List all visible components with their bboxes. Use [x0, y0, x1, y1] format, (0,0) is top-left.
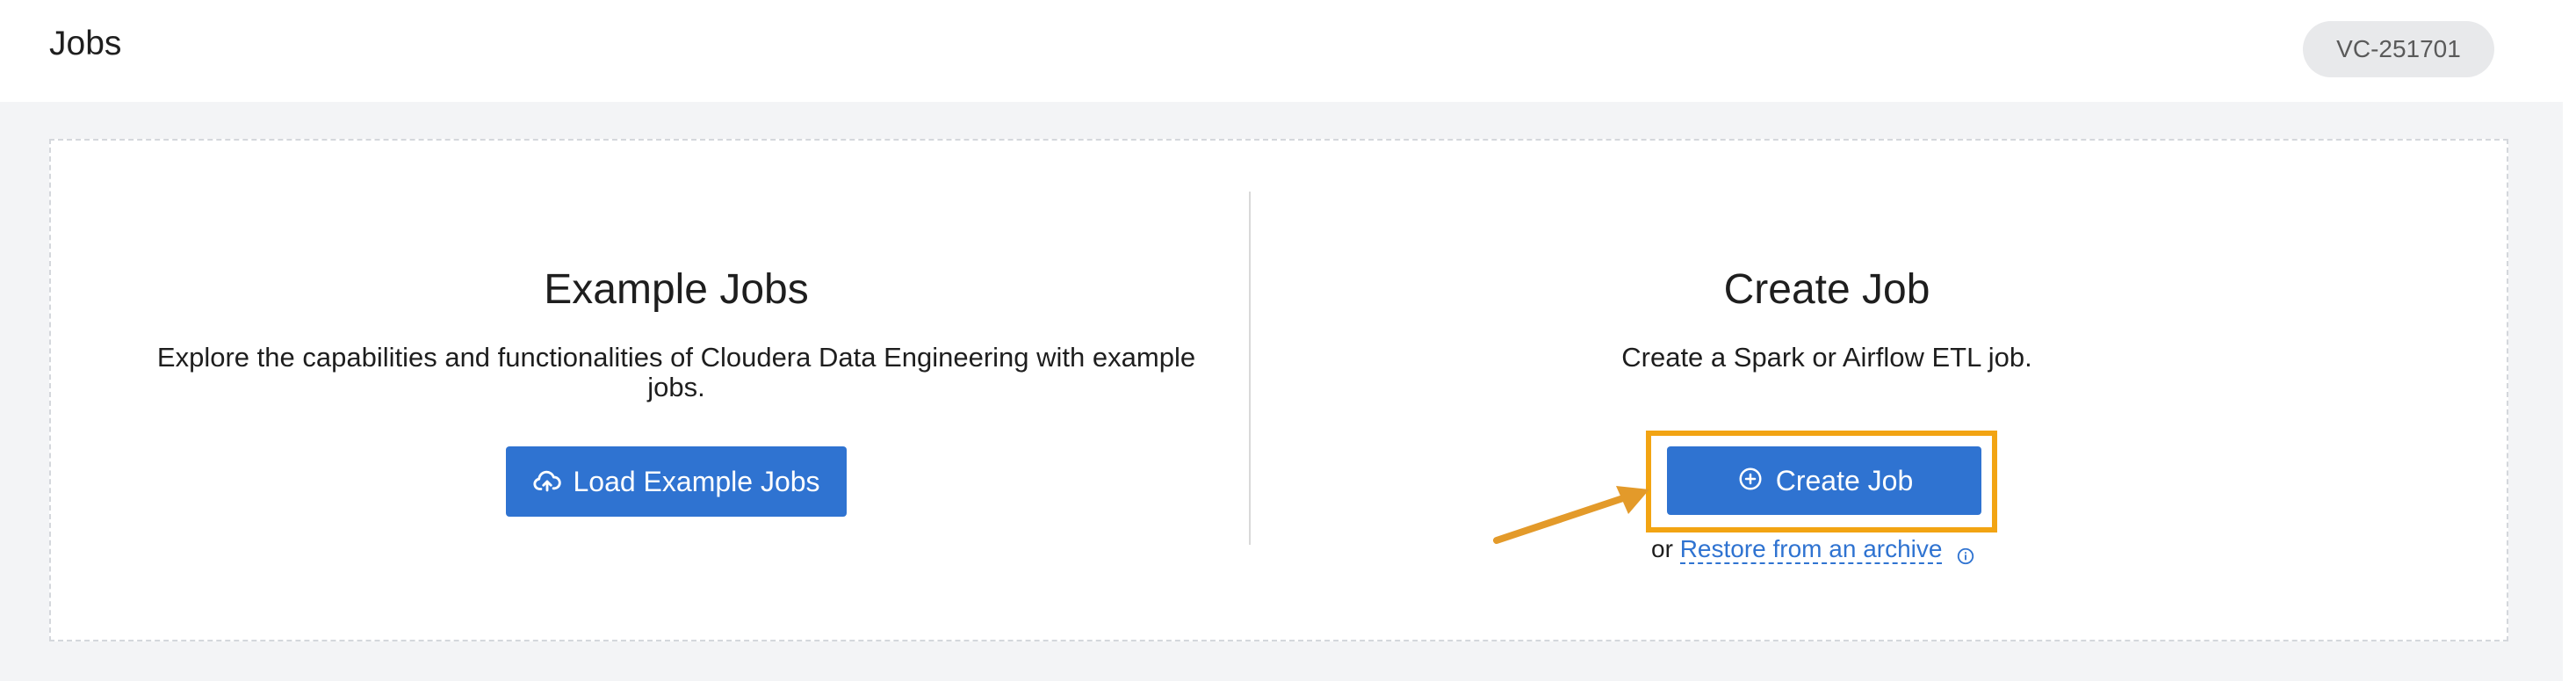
- load-example-jobs-button[interactable]: Load Example Jobs: [506, 446, 847, 517]
- restore-line: or Restore from an archive: [1651, 532, 2002, 566]
- or-text: or: [1651, 535, 1673, 562]
- create-job-label: Create Job: [1775, 464, 1914, 496]
- load-example-jobs-label: Load Example Jobs: [573, 465, 820, 497]
- plus-circle-icon: [1735, 466, 1765, 496]
- page: Jobs VC-251701 Example Jobs Explore the …: [0, 0, 2563, 681]
- create-job-heading: Create Job: [1723, 266, 1930, 313]
- cloud-upload-icon: [532, 467, 562, 496]
- window-right-edge: [2563, 0, 2576, 681]
- example-jobs-description: Explore the capabilities and functionali…: [156, 342, 1196, 402]
- virtual-cluster-badge[interactable]: VC-251701: [2303, 21, 2494, 77]
- create-job-panel: Create Job Create a Spark or Airflow ETL…: [1317, 255, 2336, 373]
- create-job-description: Create a Spark or Airflow ETL job.: [1621, 342, 2032, 373]
- create-job-button[interactable]: Create Job: [1667, 446, 1981, 515]
- annotation-arrow-icon: [1493, 486, 1649, 544]
- page-title: Jobs: [49, 25, 122, 62]
- example-jobs-heading: Example Jobs: [544, 266, 809, 313]
- info-icon[interactable]: [1956, 541, 1975, 564]
- example-jobs-panel: Example Jobs Explore the capabilities an…: [141, 255, 1212, 402]
- panel-divider: [1249, 192, 1251, 545]
- restore-from-archive-link[interactable]: Restore from an archive: [1679, 535, 1943, 564]
- page-header: Jobs VC-251701: [0, 0, 2563, 102]
